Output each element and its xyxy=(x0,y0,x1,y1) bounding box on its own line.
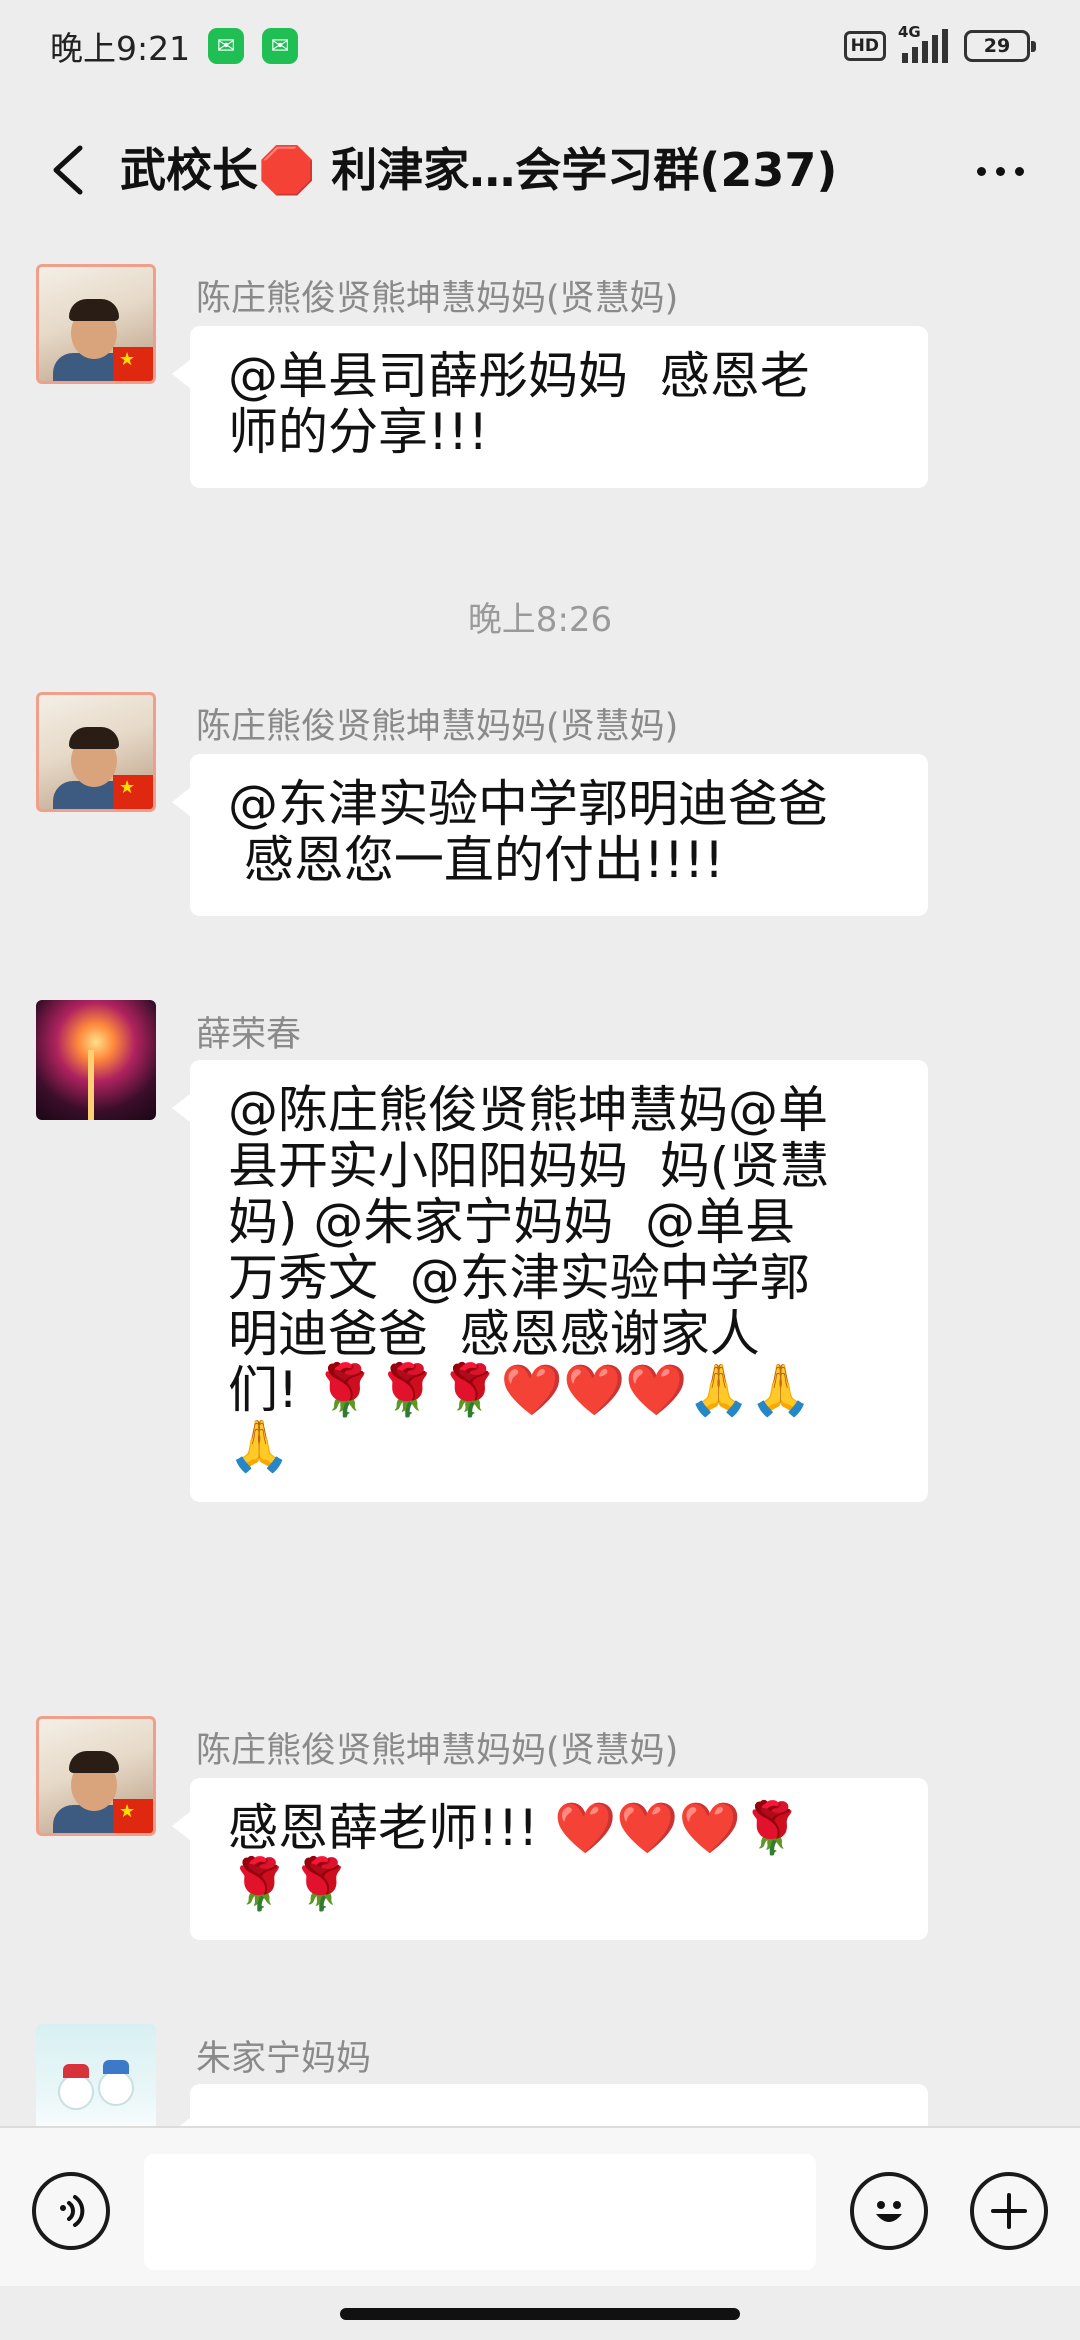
signal-bar xyxy=(942,29,948,63)
clock: 晚上9:21 xyxy=(50,29,191,68)
message-line: @东津实验中学郭明迪爸爸 xyxy=(228,775,828,833)
chevron-left-icon[interactable] xyxy=(40,142,96,198)
chat-header: 武校长🛑 利津家…会学习群(237) xyxy=(0,110,1080,230)
status-bar: 晚上9:21 ✉ ✉ HD 4G 29 xyxy=(0,0,1080,92)
child-photo-avatar[interactable] xyxy=(36,692,156,812)
voice-icon[interactable] xyxy=(32,2172,110,2250)
battery-icon: 29 xyxy=(964,30,1036,62)
message-line: 县开实小阳阳妈妈 妈(贤慧 xyxy=(228,1137,830,1195)
sender-name: 薛荣春 xyxy=(196,1015,302,1055)
smiley-icon[interactable] xyxy=(850,2172,928,2250)
sender-name: 朱家宁妈妈 xyxy=(196,2039,372,2079)
message-line: 🌹🌹 xyxy=(228,1855,353,1913)
plus-icon[interactable] xyxy=(970,2172,1048,2250)
message-bubble[interactable]: @东津实验中学郭明迪爸爸 感恩您一直的付出!!!! xyxy=(172,754,928,916)
status-right: HD 4G 29 xyxy=(843,23,1036,63)
message-line: 感恩薛老师!!! ❤️❤️❤️🌹 xyxy=(228,1799,804,1857)
chat-title: 武校长🛑 利津家…会学习群(237) xyxy=(120,143,838,197)
network-type: 4G xyxy=(898,23,921,41)
message-line: 万秀文 @东津实验中学郭 xyxy=(228,1249,810,1307)
sender-name: 陈庄熊俊贤熊坤慧妈妈(贤慧妈) xyxy=(196,707,679,747)
signal-bar xyxy=(912,47,918,63)
message-line: 们! 🌹🌹🌹❤️❤️❤️🙏🙏 xyxy=(228,1361,812,1419)
child-photo-avatar[interactable] xyxy=(36,264,156,384)
message-line: 感恩您一直的付出!!!! xyxy=(228,831,725,889)
child-photo-avatar[interactable] xyxy=(36,1716,156,1836)
wechat-icon: ✉ xyxy=(262,28,299,64)
signal-bar xyxy=(922,41,928,63)
message-bubble[interactable]: @单县司薛彤妈妈 感恩老 师的分享!!! xyxy=(172,326,928,488)
message-line: 妈) @朱家宁妈妈 @单县 xyxy=(228,1193,796,1251)
message-line: @陈庄熊俊贤熊坤慧妈@单 xyxy=(228,1081,828,1139)
time-divider: 晚上8:26 xyxy=(467,600,613,640)
signal-icon: 4G xyxy=(898,23,948,63)
message-line: 明迪爸爸 感恩感谢家人 xyxy=(228,1305,760,1363)
battery-level: 29 xyxy=(983,35,1011,57)
wechat-icon: ✉ xyxy=(208,28,245,64)
signal-bar xyxy=(932,35,938,63)
fireworks-avatar[interactable] xyxy=(36,1000,156,1120)
message-input[interactable] xyxy=(144,2154,816,2270)
home-indicator[interactable] xyxy=(340,2308,740,2320)
more-dots-icon[interactable] xyxy=(960,146,1040,196)
message-bubble[interactable]: 感恩薛老师!!! ❤️❤️❤️🌹 🌹🌹 xyxy=(172,1778,928,1940)
sender-name: 陈庄熊俊贤熊坤慧妈妈(贤慧妈) xyxy=(196,1731,679,1771)
message-line: 🙏 xyxy=(228,1417,291,1475)
signal-bar xyxy=(902,53,908,63)
chat-message: 朱家宁妈妈 xyxy=(0,2024,1080,2126)
message-line: @单县司薛彤妈妈 感恩老 xyxy=(228,347,810,405)
hd-icon: HD xyxy=(843,31,886,61)
message-bubble[interactable] xyxy=(172,2084,928,2126)
status-left: 晚上9:21 ✉ ✉ xyxy=(50,22,299,70)
message-line: 师的分享!!! xyxy=(228,403,489,461)
sender-name: 陈庄熊俊贤熊坤慧妈妈(贤慧妈) xyxy=(196,279,679,319)
input-bar xyxy=(0,2126,1080,2286)
message-bubble[interactable]: @陈庄熊俊贤熊坤慧妈@单 县开实小阳阳妈妈 妈(贤慧 妈) @朱家宁妈妈 @单县… xyxy=(172,1060,928,1502)
snowman-avatar[interactable] xyxy=(36,2024,156,2126)
